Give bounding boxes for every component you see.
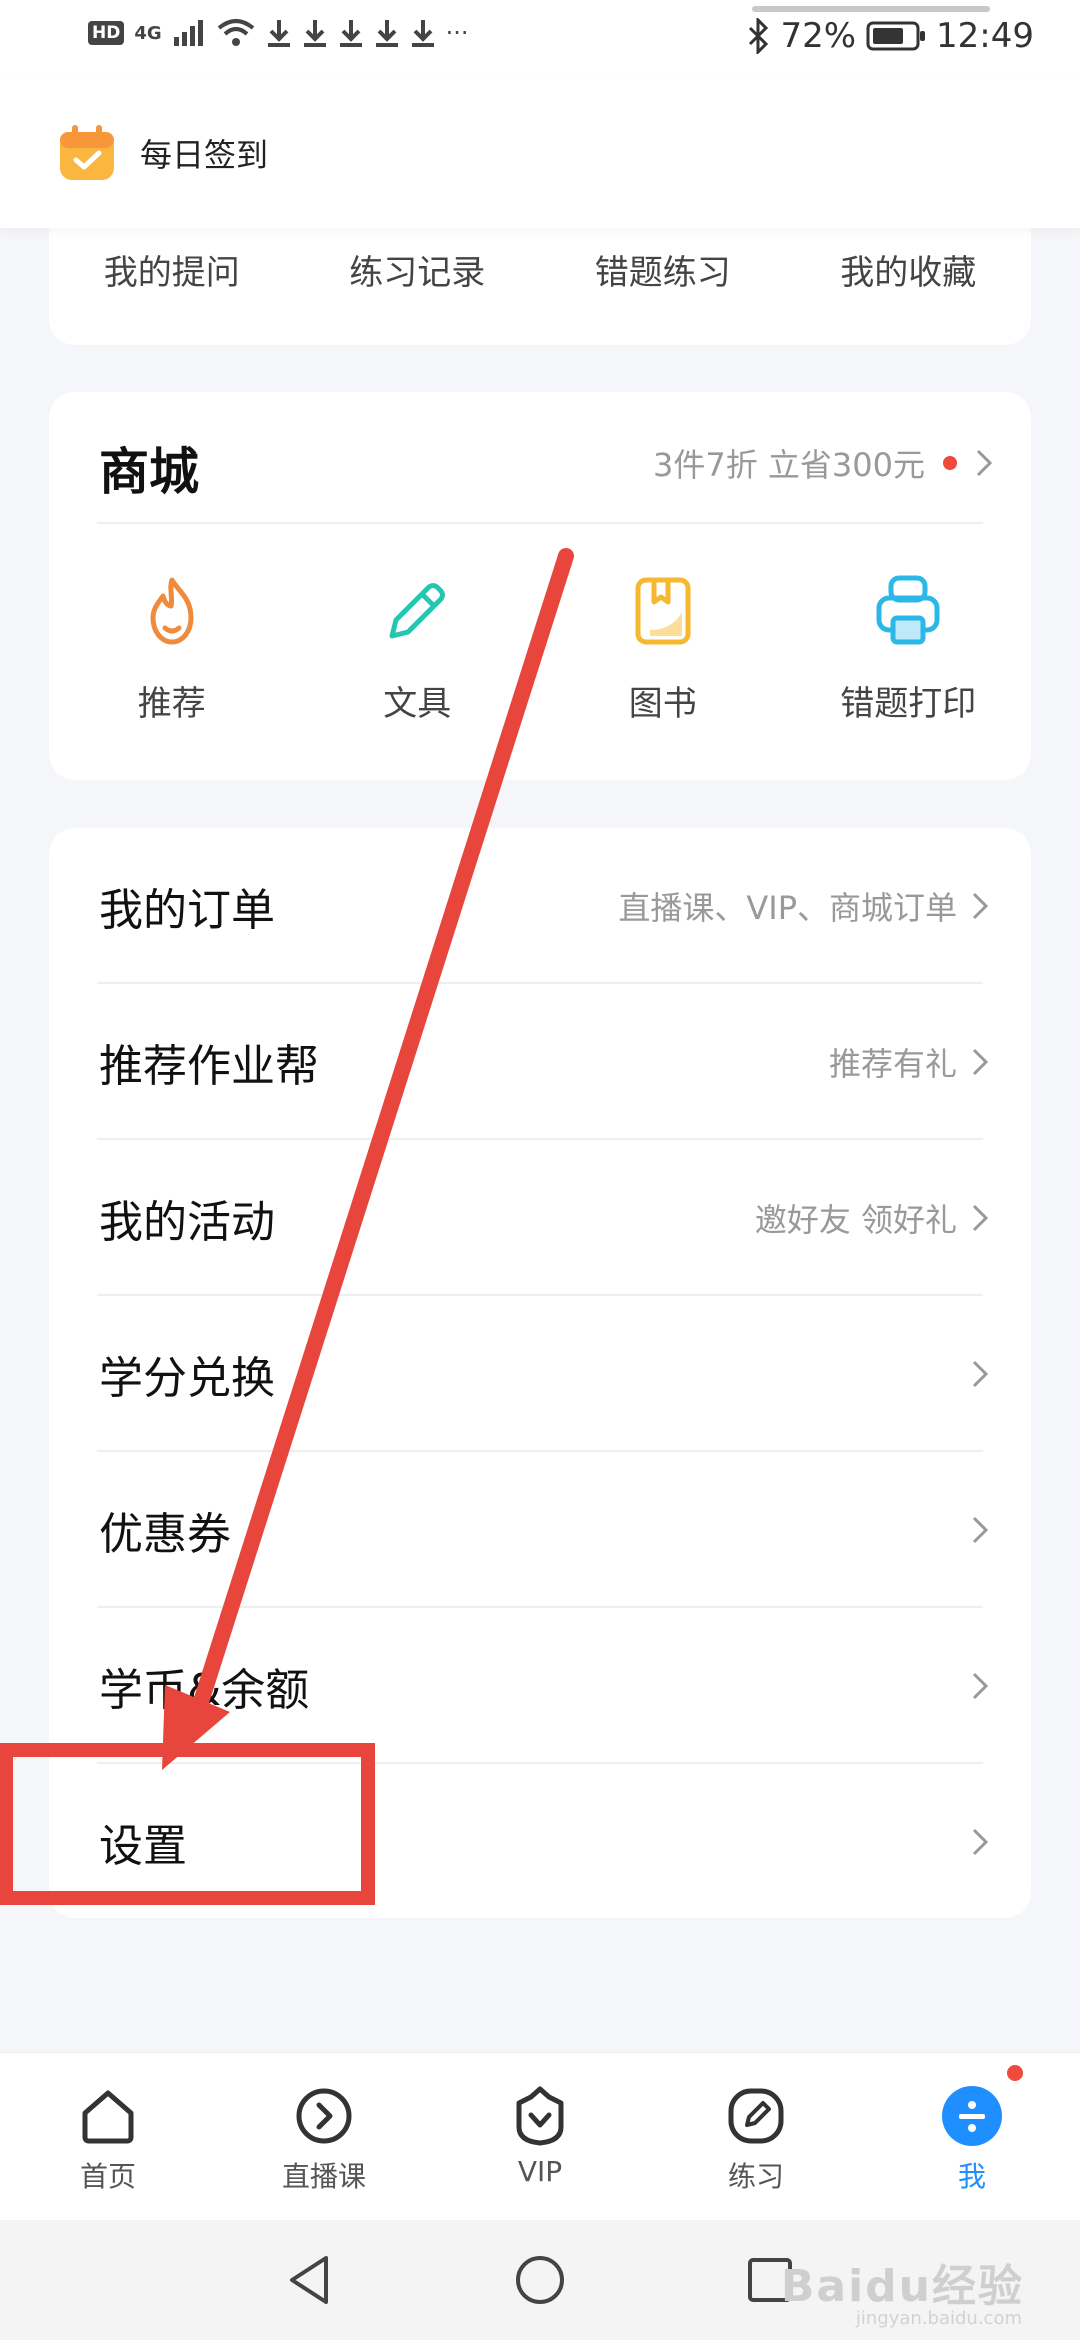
- mall-item-recommend[interactable]: 推荐: [49, 572, 295, 725]
- mall-card: 商城 3件7折 立省300元 推荐 文具 图书 错题打印: [49, 392, 1031, 780]
- clock: 12:49: [936, 16, 1034, 56]
- menu-item-title: 优惠券: [99, 1509, 231, 1560]
- practice-icon: [728, 2088, 784, 2144]
- battery-percent: 72%: [780, 16, 857, 56]
- watermark: Baidu经验: [780, 2261, 1024, 2312]
- battery-icon: [866, 21, 926, 51]
- download-icon: [303, 20, 326, 47]
- menu-item-title: 推荐作业帮: [99, 1041, 319, 1092]
- download-icon: [411, 20, 434, 47]
- menu-item-title: 设置: [99, 1821, 187, 1872]
- book-icon: [635, 577, 691, 645]
- mall-promo-text: 3件7折 立省300元: [653, 446, 925, 484]
- system-navigation-bar: Baidu经验 jingyan.baidu.com: [0, 2220, 1080, 2340]
- tab-label: 我: [957, 2160, 986, 2193]
- menu-item-title: 我的活动: [99, 1197, 275, 1248]
- menu-item-subtitle: 推荐有礼: [828, 1045, 957, 1083]
- mall-item-stationery[interactable]: 文具: [295, 572, 541, 725]
- status-indicator-bar: [752, 6, 990, 12]
- network-label: 4G: [134, 22, 162, 44]
- notification-dot: [943, 456, 957, 470]
- chevron-right-icon: [972, 1204, 989, 1232]
- home-icon: [82, 2090, 134, 2144]
- menu-item-coins-balance[interactable]: 学币&余额: [49, 1608, 1031, 1764]
- notification-dot: [1007, 2065, 1023, 2081]
- profile-icon: [942, 2086, 1002, 2146]
- mall-item-mistake-print[interactable]: 错题打印: [786, 572, 1032, 725]
- pencil-icon: [389, 583, 446, 639]
- daily-checkin-button[interactable]: 每日签到: [56, 122, 268, 184]
- mall-item-books[interactable]: 图书: [540, 572, 786, 725]
- menu-item-credit-exchange[interactable]: 学分兑换: [49, 1296, 1031, 1452]
- vip-icon: [516, 2086, 564, 2146]
- chevron-right-icon: [976, 449, 993, 477]
- tab-practice[interactable]: 练习: [648, 2053, 864, 2220]
- chevron-right-icon: [972, 1360, 989, 1388]
- menu-item-subtitle: 邀好友 领好礼: [754, 1201, 957, 1239]
- tab-label: 直播课: [281, 2160, 366, 2193]
- watermark-url: jingyan.baidu.com: [855, 2308, 1022, 2329]
- home-button-icon[interactable]: [512, 2252, 568, 2308]
- menu-item-title: 学币&余额: [99, 1665, 310, 1716]
- checkin-label: 每日签到: [140, 136, 269, 174]
- menu-item-recommend-app[interactable]: 推荐作业帮 推荐有礼: [49, 984, 1031, 1140]
- download-icon: [375, 20, 398, 47]
- menu-item-settings[interactable]: 设置: [49, 1764, 1031, 1920]
- status-bar: HD 4G ··· 72% 12:49: [0, 0, 1080, 80]
- tab-home[interactable]: 首页: [0, 2053, 216, 2220]
- download-icon: [339, 20, 362, 47]
- quick-link-favorites[interactable]: 我的收藏: [786, 245, 1032, 294]
- menu-item-title: 学分兑换: [99, 1353, 275, 1404]
- tab-label: 首页: [79, 2160, 136, 2193]
- chevron-right-icon: [972, 1048, 989, 1076]
- chevron-right-icon: [972, 1516, 989, 1544]
- account-menu-card: 我的订单 直播课、VIP、商城订单 推荐作业帮 推荐有礼 我的活动 邀好友 领好…: [49, 828, 1031, 1918]
- mall-promo-link[interactable]: 3件7折 立省300元: [653, 440, 993, 486]
- bottom-tab-bar: 首页 直播课 VIP 练习 我: [0, 2052, 1080, 2220]
- live-icon: [296, 2088, 352, 2144]
- tab-live-class[interactable]: 直播课: [216, 2053, 432, 2220]
- back-icon[interactable]: [282, 2252, 338, 2308]
- top-header: 每日签到: [0, 80, 1080, 228]
- calendar-check-icon: [60, 125, 114, 180]
- bluetooth-icon: [749, 18, 769, 54]
- mall-item-label: 错题打印: [840, 684, 977, 724]
- more-notifications: ···: [445, 19, 469, 47]
- mall-item-label: 文具: [383, 684, 452, 724]
- chevron-right-icon: [972, 1672, 989, 1700]
- menu-item-my-orders[interactable]: 我的订单 直播课、VIP、商城订单: [49, 828, 1031, 984]
- menu-item-coupons[interactable]: 优惠券: [49, 1452, 1031, 1608]
- mall-title: 商城: [99, 443, 199, 501]
- quick-link-mistake-practice[interactable]: 错题练习: [540, 245, 786, 294]
- quick-link-practice-history[interactable]: 练习记录: [295, 245, 541, 294]
- status-left: HD 4G ···: [88, 18, 469, 48]
- wifi-icon: [217, 19, 254, 46]
- divider: [97, 522, 983, 524]
- tab-label: VIP: [517, 2155, 563, 2188]
- download-icon: [267, 20, 290, 47]
- menu-item-my-activities[interactable]: 我的活动 邀好友 领好礼: [49, 1140, 1031, 1296]
- chevron-right-icon: [972, 1828, 989, 1856]
- flame-icon: [150, 577, 194, 645]
- tab-label: 练习: [727, 2160, 784, 2193]
- hd-badge: HD: [88, 21, 125, 45]
- chevron-right-icon: [972, 892, 989, 920]
- menu-item-title: 我的订单: [99, 885, 275, 936]
- menu-item-subtitle: 直播课、VIP、商城订单: [618, 889, 957, 927]
- tab-vip[interactable]: VIP: [432, 2053, 648, 2220]
- mall-item-label: 推荐: [137, 684, 206, 724]
- printer-icon: [876, 575, 940, 645]
- signal-icon: [173, 20, 203, 46]
- mall-item-label: 图书: [628, 684, 697, 724]
- quick-link-my-questions[interactable]: 我的提问: [49, 245, 295, 294]
- status-right: 72% 12:49: [746, 16, 1034, 56]
- tab-profile[interactable]: 我: [864, 2053, 1080, 2220]
